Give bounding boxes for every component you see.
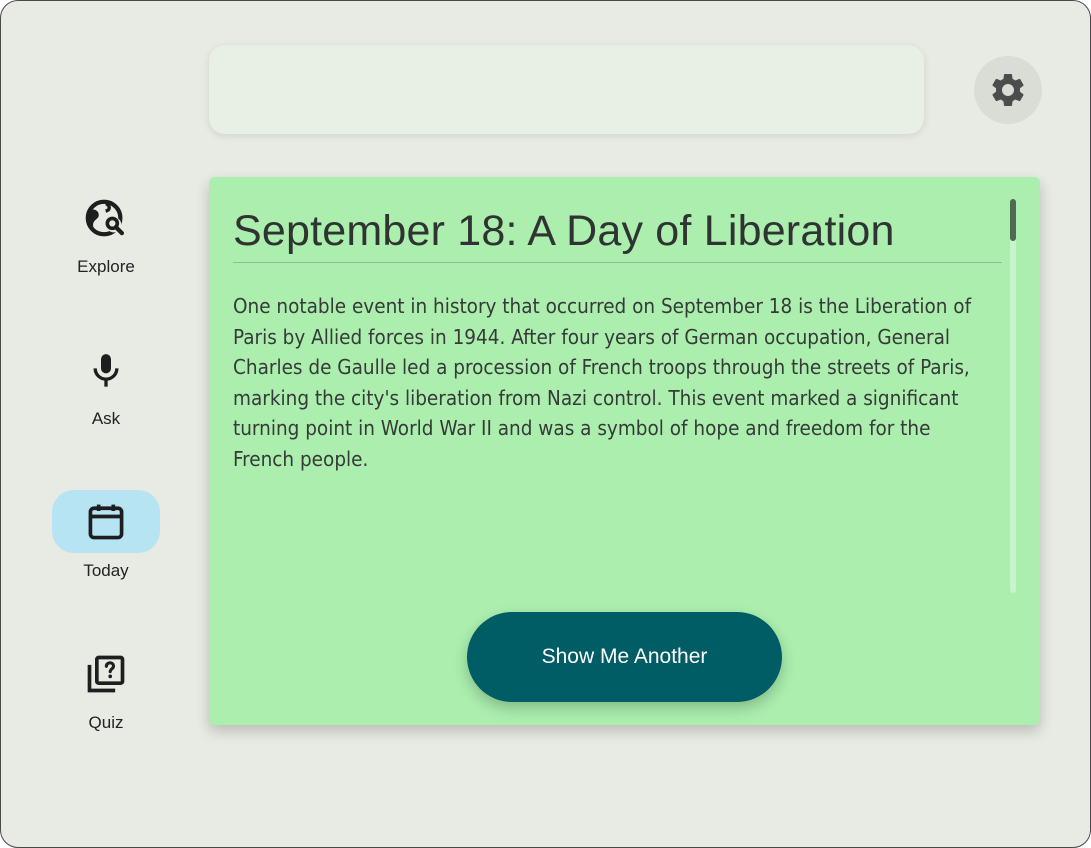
nav-item-quiz[interactable]: Quiz: [51, 642, 161, 752]
settings-button[interactable]: [974, 56, 1042, 124]
event-card: September 18: A Day of Liberation One no…: [209, 177, 1040, 725]
calendar-icon: [88, 504, 124, 539]
event-description: One notable event in history that occurr…: [233, 294, 972, 471]
nav-label-quiz: Quiz: [88, 713, 124, 732]
show-another-button[interactable]: Show Me Another: [467, 612, 782, 702]
top-bar[interactable]: [209, 45, 924, 134]
nav-item-ask[interactable]: Ask: [51, 338, 161, 448]
nav-pill: [52, 338, 160, 401]
nav-pill-active: [52, 490, 160, 553]
nav-pill: [52, 186, 160, 249]
scrollbar-thumb[interactable]: [1010, 199, 1016, 241]
microphone-icon: [93, 353, 119, 387]
gear-icon: [992, 73, 1024, 106]
quiz-icon: [87, 655, 125, 692]
app-window: Explore Ask Today Quiz September 18: A D…: [0, 0, 1091, 848]
nav-item-explore[interactable]: Explore: [51, 186, 161, 296]
scrollbar[interactable]: [1010, 199, 1016, 593]
travel-explore-icon: [85, 199, 125, 236]
event-title: September 18: A Day of Liberation: [233, 207, 895, 255]
nav-label-today: Today: [83, 561, 129, 580]
nav-item-today[interactable]: Today: [51, 490, 161, 600]
title-divider: [233, 262, 1002, 263]
nav-label-explore: Explore: [77, 257, 135, 276]
nav-label-ask: Ask: [91, 409, 121, 428]
nav-pill: [52, 642, 160, 705]
